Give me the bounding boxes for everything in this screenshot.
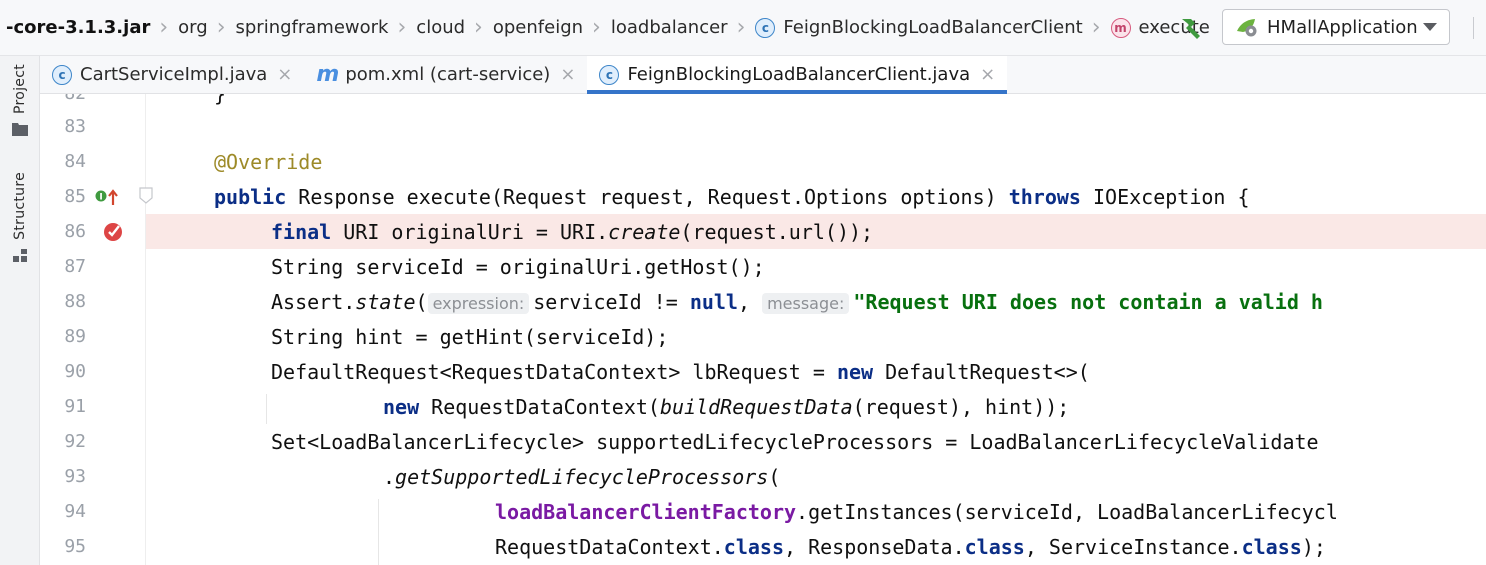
code-line[interactable]: 92 Set<LoadBalancerLifecycle> supportedL…: [40, 424, 1486, 459]
breakpoint-icon[interactable]: [102, 219, 126, 243]
line-number: 84: [64, 151, 86, 172]
code-text: Assert.state(expression: serviceId != nul…: [271, 289, 1323, 314]
breadcrumb-item-openfeign[interactable]: openfeign: [493, 0, 583, 55]
breadcrumb-separator: ›: [397, 14, 407, 40]
line-number: 95: [64, 536, 86, 557]
override-implements-icon[interactable]: I: [95, 187, 119, 207]
close-icon[interactable]: ×: [980, 64, 995, 85]
indent-guide: [266, 394, 267, 424]
code-text: }: [214, 94, 226, 106]
line-number: 93: [64, 466, 86, 487]
code-text: Set<LoadBalancerLifecycle> supportedLife…: [271, 429, 1319, 454]
parameter-hint: expression:: [427, 292, 530, 314]
line-number: 86: [64, 221, 86, 242]
tab-cartserviceimpl[interactable]: c CartServiceImpl.java ×: [40, 56, 304, 93]
tab-label: pom.xml (cart-service): [345, 64, 551, 85]
line-number: 91: [64, 396, 86, 417]
spring-boot-app-icon: [1237, 19, 1257, 37]
code-line[interactable]: 89 String hint = getHint(serviceId);: [40, 319, 1486, 354]
chevron-down-icon: [1423, 23, 1437, 31]
line-number: 94: [64, 501, 86, 522]
line-number: 92: [64, 431, 86, 452]
code-text: loadBalancerClientFactory.getInstances(s…: [495, 499, 1338, 524]
code-line[interactable]: 95 RequestDataContext.class, ResponseDat…: [40, 529, 1486, 564]
line-number: 90: [64, 361, 86, 382]
breadcrumb-item-class[interactable]: c FeignBlockingLoadBalancerClient: [755, 0, 1083, 55]
code-line[interactable]: 85 I public Response execute(Request req…: [40, 179, 1486, 214]
line-number: 87: [64, 256, 86, 277]
breadcrumb-separator: ›: [474, 14, 483, 40]
indent-guide: [378, 499, 379, 565]
fold-icon[interactable]: [138, 187, 154, 205]
breadcrumb-separator: ›: [1091, 14, 1101, 40]
breadcrumb-item-org[interactable]: org: [178, 0, 208, 55]
project-tool-label: Project: [12, 64, 28, 114]
breadcrumb-separator: ›: [159, 14, 169, 40]
code-line[interactable]: 87 String serviceId = originalUri.getHos…: [40, 249, 1486, 284]
tab-label: CartServiceImpl.java: [80, 64, 268, 85]
code-line[interactable]: 94 loadBalancerClientFactory.getInstance…: [40, 494, 1486, 529]
breadcrumb-item-cloud[interactable]: cloud: [416, 0, 465, 55]
code-text: new RequestDataContext(buildRequestData(…: [383, 394, 1070, 419]
run-configuration-label: HMallApplication: [1267, 16, 1418, 38]
run-configuration-dropdown[interactable]: HMallApplication: [1222, 9, 1450, 45]
breadcrumb-item-jar[interactable]: -core-3.1.3.jar: [6, 0, 150, 55]
tab-pom-xml[interactable]: m pom.xml (cart-service) ×: [304, 56, 587, 93]
toolbar-divider: [1473, 17, 1474, 39]
line-number: 88: [64, 291, 86, 312]
breadcrumb-separator: ›: [216, 14, 226, 40]
line-number: 85: [64, 186, 86, 207]
folder-icon: [12, 123, 28, 136]
code-text: final URI originalUri = URI.create(reque…: [271, 219, 874, 244]
code-line[interactable]: 90 DefaultRequest<RequestDataContext> lb…: [40, 354, 1486, 389]
line-number: 83: [64, 116, 86, 137]
code-text: RequestDataContext.class, ResponseData.c…: [495, 534, 1326, 559]
close-icon[interactable]: ×: [277, 64, 292, 85]
code-line[interactable]: 84 @Override: [40, 144, 1486, 179]
code-editor[interactable]: 82 } 83 84 @Override 85 I public Respons…: [40, 94, 1486, 565]
method-icon: m: [1110, 17, 1131, 38]
tab-label: FeignBlockingLoadBalancerClient.java: [627, 64, 971, 85]
class-icon: c: [755, 17, 776, 38]
breadcrumb-item-springframework[interactable]: springframework: [236, 0, 389, 55]
line-number: 89: [64, 326, 86, 347]
editor-tab-bar: c CartServiceImpl.java × m pom.xml (cart…: [40, 56, 1486, 94]
code-text: public Response execute(Request request,…: [214, 184, 1250, 209]
line-number: 82: [40, 94, 86, 104]
breadcrumb-item-label: FeignBlockingLoadBalancerClient: [783, 17, 1083, 38]
parameter-hint: message:: [762, 292, 850, 314]
code-line[interactable]: 91 new RequestDataContext(buildRequestDa…: [40, 389, 1486, 424]
hammer-icon[interactable]: [1176, 14, 1204, 42]
code-text: @Override: [214, 149, 323, 174]
breadcrumb-separator: ›: [592, 14, 601, 40]
tool-window-strip: Project Structure: [0, 56, 40, 565]
code-text: String serviceId = originalUri.getHost()…: [271, 254, 765, 279]
tab-feignblockingloadbalancerclient[interactable]: c FeignBlockingLoadBalancerClient.java ×: [587, 56, 1008, 94]
code-text: String hint = getHint(serviceId);: [271, 324, 669, 349]
svg-text:I: I: [99, 193, 102, 203]
structure-icon: [13, 248, 27, 262]
breadcrumb-separator: ›: [736, 14, 746, 40]
class-icon: c: [599, 64, 620, 85]
code-line[interactable]: 83: [40, 109, 1486, 144]
breadcrumb-item-loadbalancer[interactable]: loadbalancer: [611, 0, 728, 55]
project-tool-button[interactable]: Project: [0, 64, 40, 136]
maven-icon: m: [316, 62, 339, 87]
code-text: DefaultRequest<RequestDataContext> lbReq…: [271, 359, 1090, 384]
code-line[interactable]: 88 Assert.state(expression: serviceId != …: [40, 284, 1486, 319]
close-icon[interactable]: ×: [560, 64, 575, 85]
code-line[interactable]: 93 .getSupportedLifecycleProcessors(: [40, 459, 1486, 494]
code-text: .getSupportedLifecycleProcessors(: [383, 464, 781, 489]
structure-tool-label: Structure: [12, 172, 28, 240]
structure-tool-button[interactable]: Structure: [0, 172, 40, 264]
class-icon: c: [52, 64, 72, 85]
code-line[interactable]: 86 final URI originalUri = URI.create(re…: [40, 214, 1486, 249]
